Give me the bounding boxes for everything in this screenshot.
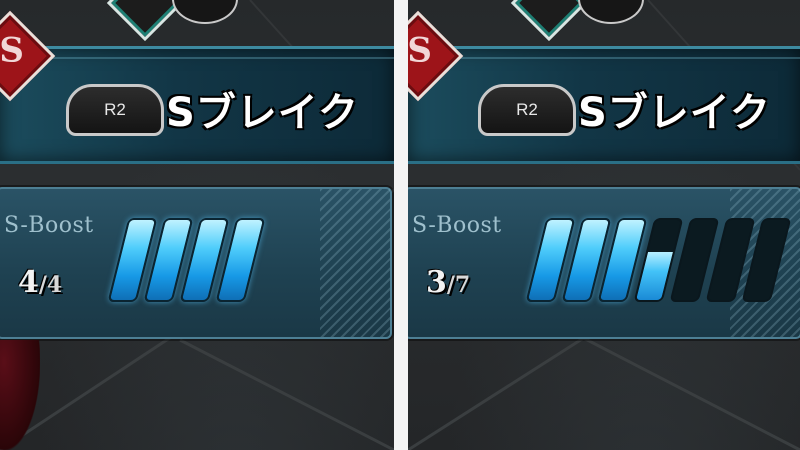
s-boost-separator: / [38, 272, 47, 298]
boost-hatch-decoration [320, 189, 390, 337]
s-boost-max: 7 [454, 272, 471, 298]
s-boost-current: 3 [426, 265, 447, 300]
s-break-label: Sブレイク [166, 90, 360, 136]
hud-panel-left: S R2 Sブレイク S-Boost 4/4 [0, 0, 394, 450]
r2-button-icon[interactable]: R2 [478, 84, 576, 136]
hud-panel-right: S R2 Sブレイク S-Boost 3/7 [408, 0, 800, 450]
s-boost-count: 3/7 [426, 265, 470, 300]
s-boost-count: 4/4 [18, 265, 62, 300]
s-break-label: Sブレイク [578, 90, 772, 136]
s-boost-title: S-Boost [412, 213, 502, 238]
s-boost-current: 4 [18, 265, 39, 300]
s-boost-separator: / [446, 272, 455, 298]
character-silhouette [0, 340, 40, 450]
r2-button-icon[interactable]: R2 [66, 84, 164, 136]
s-boost-max: 4 [46, 272, 63, 298]
s-boost-title: S-Boost [4, 213, 94, 238]
panel-divider [394, 0, 408, 450]
